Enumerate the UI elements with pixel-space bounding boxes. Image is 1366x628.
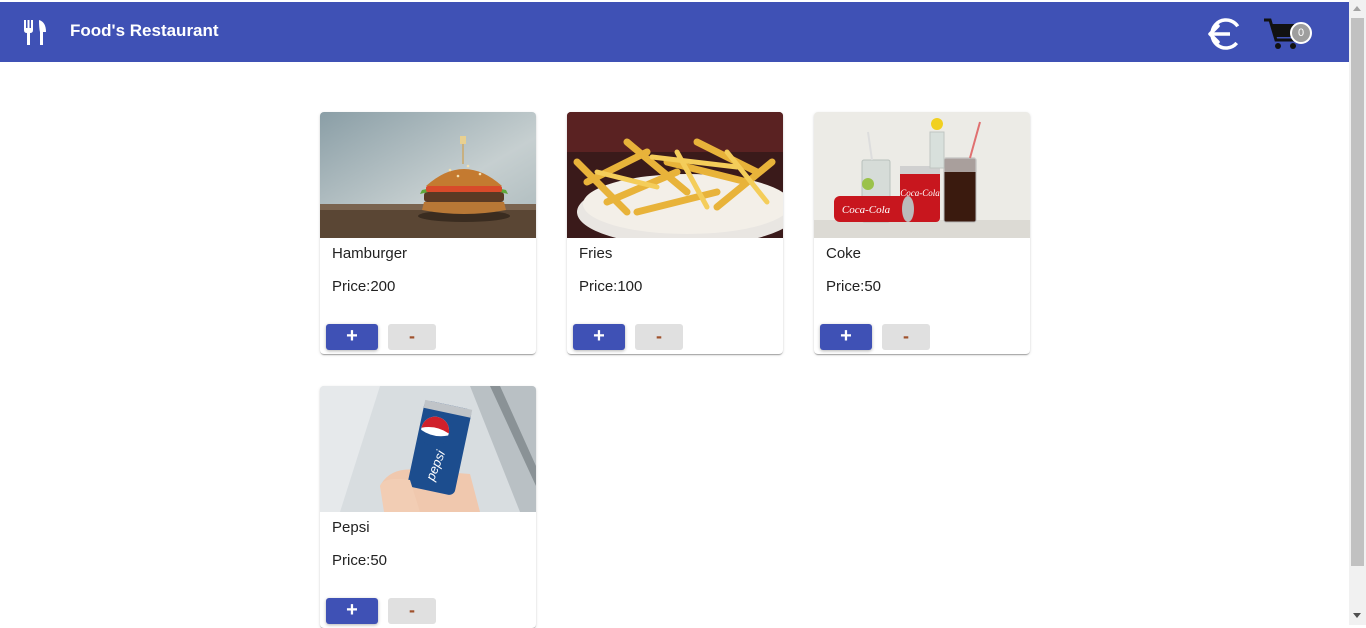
remove-from-cart-button[interactable]: -: [388, 324, 436, 350]
cart-count-badge: 0: [1290, 22, 1312, 44]
product-card-hamburger: Hamburger Price:200 + -: [320, 112, 536, 354]
product-card-fries: Fries Price:100 + -: [567, 112, 783, 354]
logout-icon[interactable]: [1206, 16, 1244, 52]
fries-image: [567, 112, 783, 238]
product-name: Coke: [826, 245, 862, 262]
product-card-pepsi: pepsi Pepsi Price:50 + -: [320, 386, 536, 628]
coke-image: Coca-Cola Coca-Cola: [814, 112, 1030, 238]
vertical-scrollbar[interactable]: [1349, 0, 1366, 625]
pepsi-image: pepsi: [320, 386, 536, 512]
product-card-coke: Coca-Cola Coca-Cola Coke Price:50 + -: [814, 112, 1030, 354]
product-name: Pepsi: [332, 519, 370, 536]
app-bar: Food's Restaurant 0: [0, 2, 1349, 62]
add-to-cart-button[interactable]: +: [326, 324, 378, 350]
scrollbar-thumb[interactable]: [1351, 18, 1364, 566]
remove-from-cart-button[interactable]: -: [635, 324, 683, 350]
restaurant-icon: [24, 20, 46, 45]
product-price: Price:100: [579, 278, 643, 295]
svg-text:Coca-Cola: Coca-Cola: [842, 204, 891, 216]
product-price: Price:200: [332, 278, 396, 295]
app-title: Food's Restaurant: [70, 21, 219, 40]
add-to-cart-button[interactable]: +: [326, 598, 378, 624]
remove-from-cart-button[interactable]: -: [388, 598, 436, 624]
product-price: Price:50: [332, 552, 388, 569]
scroll-down-arrow-icon[interactable]: [1353, 613, 1361, 618]
hamburger-image: [320, 112, 536, 238]
add-to-cart-button[interactable]: +: [820, 324, 872, 350]
remove-from-cart-button[interactable]: -: [882, 324, 930, 350]
product-price: Price:50: [826, 278, 882, 295]
product-name: Hamburger: [332, 245, 408, 262]
product-name: Fries: [579, 245, 613, 262]
scroll-up-arrow-icon[interactable]: [1353, 6, 1361, 11]
add-to-cart-button[interactable]: +: [573, 324, 625, 350]
